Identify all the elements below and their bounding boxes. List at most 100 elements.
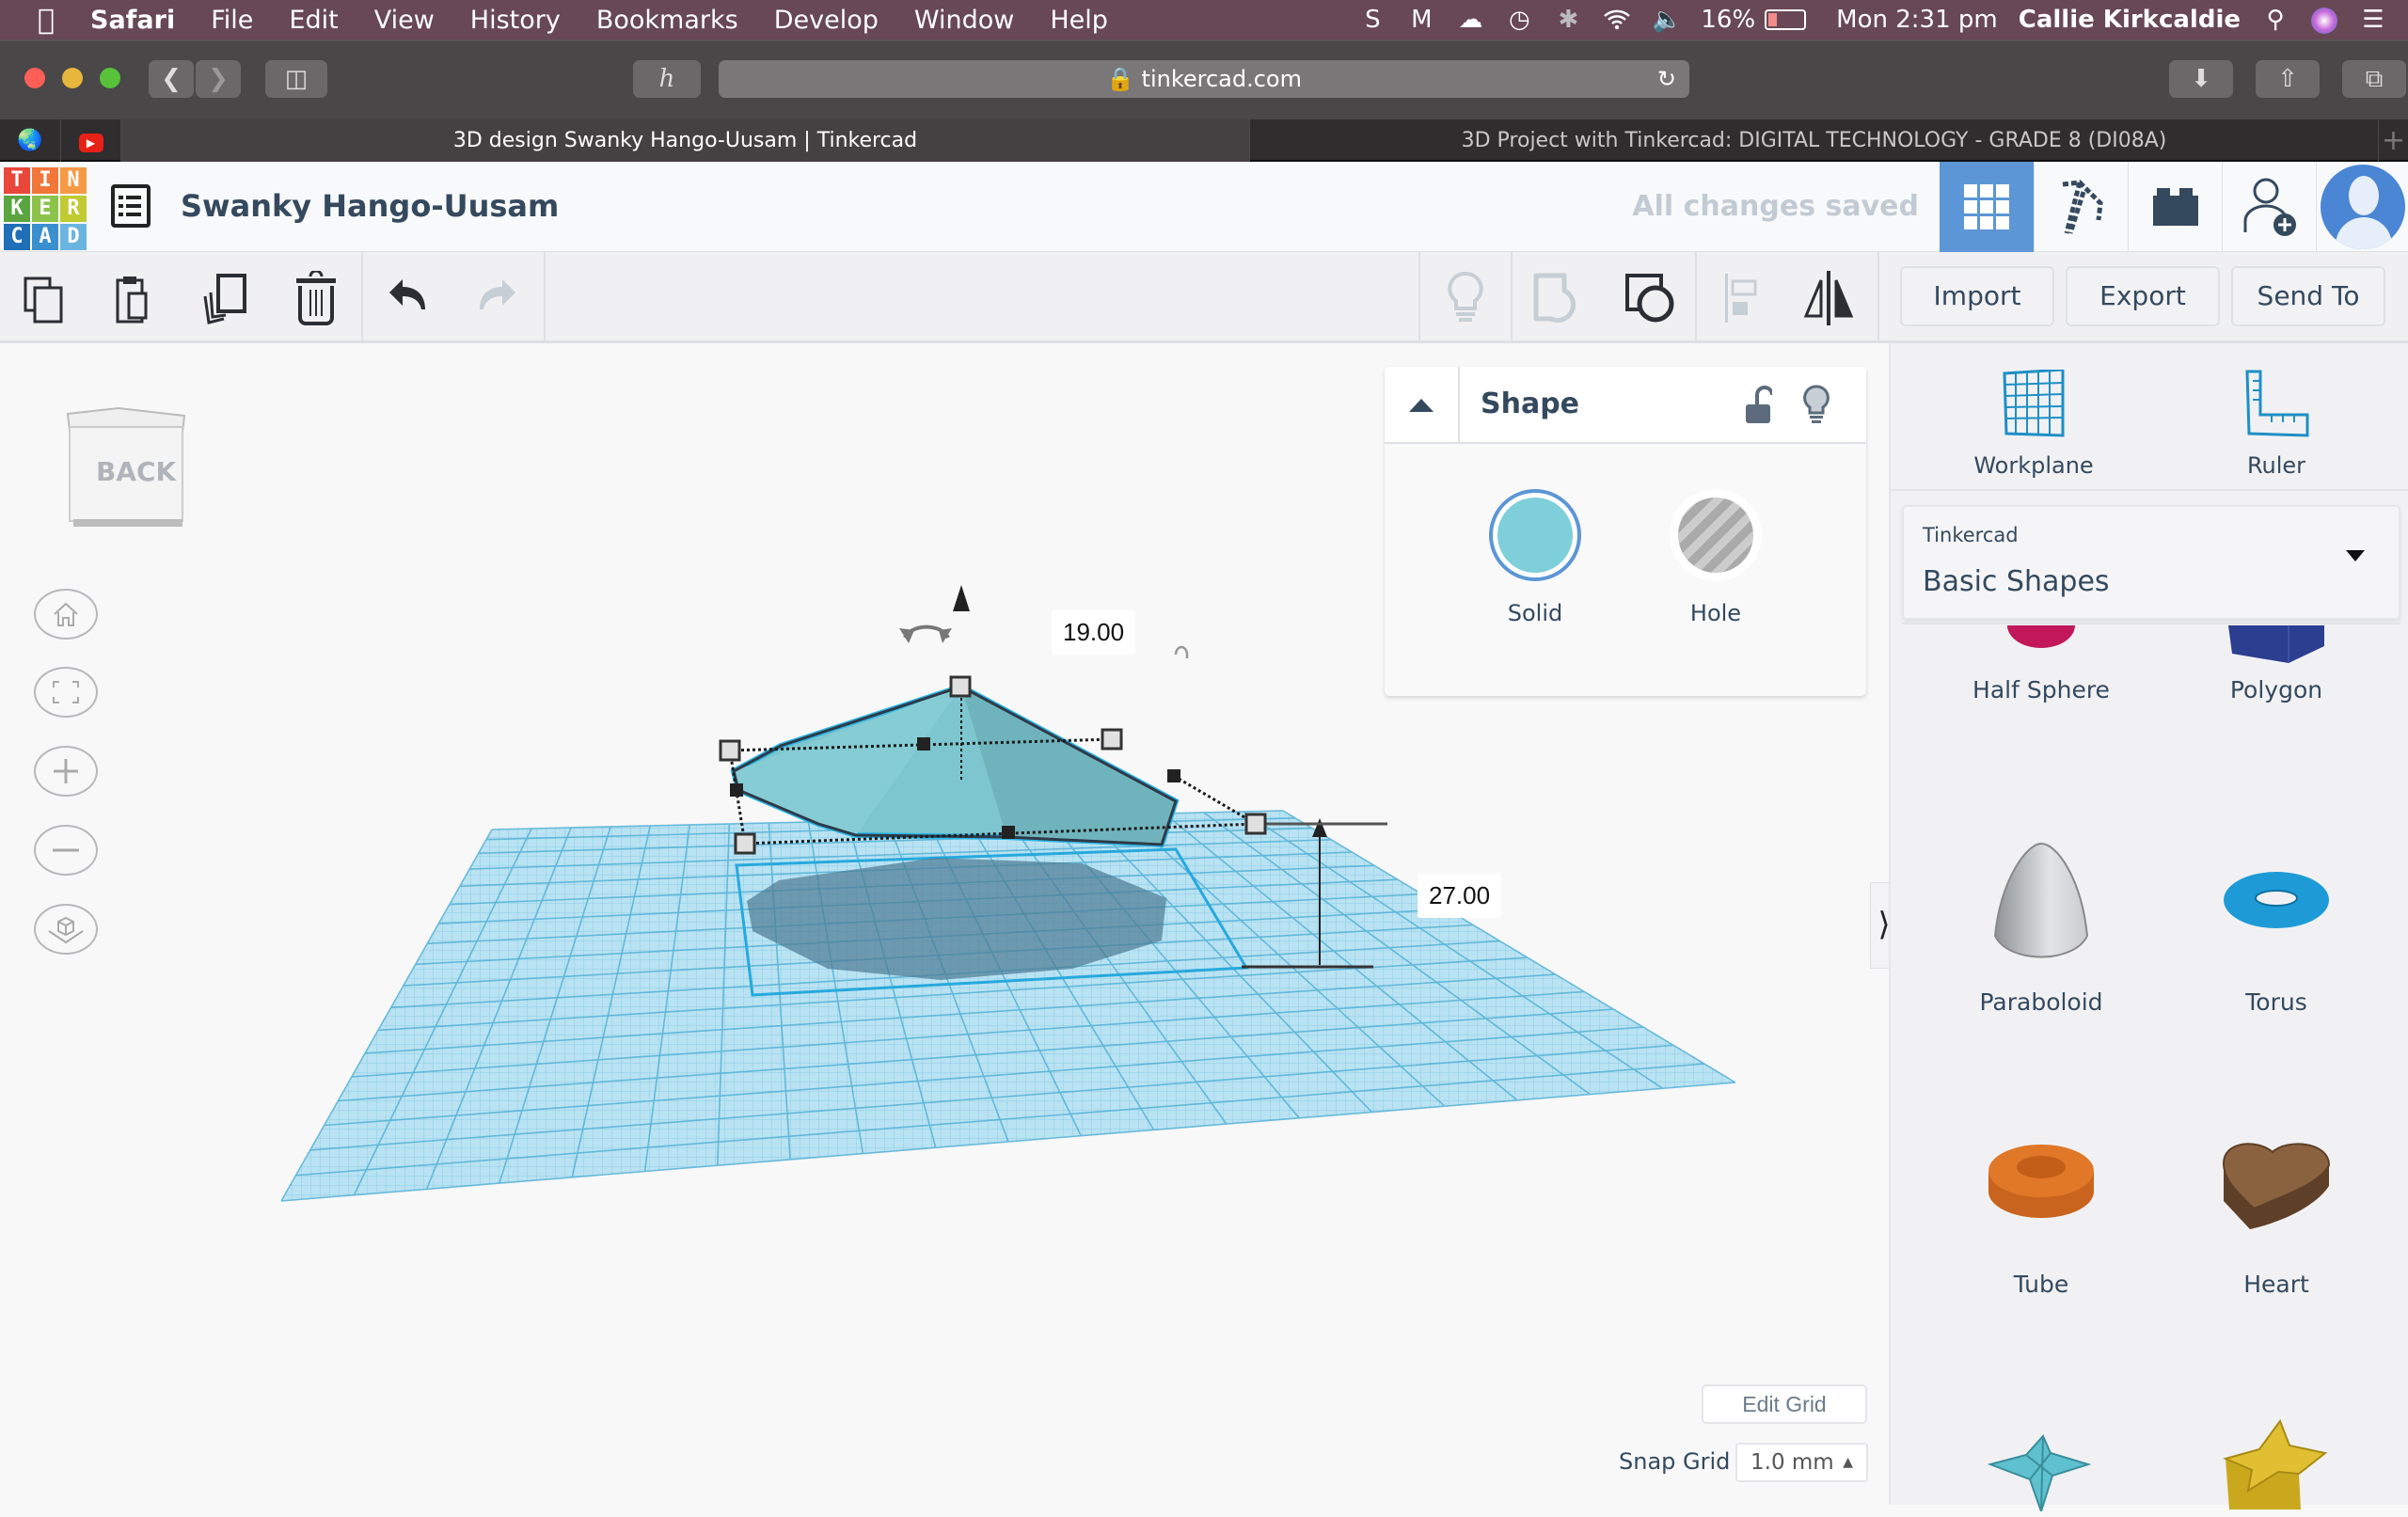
pinned-tab-youtube[interactable]: ▶ <box>60 119 120 162</box>
siri-icon[interactable] <box>2310 8 2338 34</box>
share-button[interactable]: ⇧ <box>2256 60 2320 98</box>
shape-heart[interactable]: Heart <box>2173 1133 2380 1298</box>
zoom-in-button[interactable] <box>34 746 98 797</box>
3d-design-view-button[interactable] <box>1940 162 2034 252</box>
reload-icon[interactable]: ↻ <box>1657 60 1676 98</box>
user-avatar[interactable] <box>2316 162 2408 252</box>
design-list-icon[interactable] <box>111 184 150 228</box>
time-machine-icon[interactable]: ◷ <box>1505 8 1533 32</box>
battery-icon[interactable] <box>1765 9 1807 30</box>
back-button[interactable]: ❮ <box>149 60 194 98</box>
menu-window[interactable]: Window <box>914 6 1014 35</box>
tab-tinkercad-design[interactable]: 3D design Swanky Hango-Uusam | Tinkercad <box>120 119 1249 162</box>
menu-safari[interactable]: Safari <box>90 6 175 35</box>
edit-grid-button[interactable]: Edit Grid <box>1702 1384 1867 1424</box>
light-bulb-icon[interactable] <box>1802 384 1830 431</box>
address-bar[interactable]: 🔒 tinkercad.com ↻ <box>719 60 1689 98</box>
app-s-icon[interactable]: S <box>1358 8 1386 32</box>
downloads-button[interactable]: ⬇ <box>2169 60 2233 98</box>
menu-develop[interactable]: Develop <box>774 6 879 35</box>
view-cube[interactable]: BACK <box>64 404 186 536</box>
undo-icon[interactable] <box>380 273 436 324</box>
hole-label: Hole <box>1689 600 1742 626</box>
menu-file[interactable]: File <box>211 6 253 35</box>
forward-button[interactable]: ❯ <box>196 60 241 98</box>
wifi-icon[interactable] <box>1603 8 1631 32</box>
shape-paraboloid[interactable]: Paraboloid <box>1938 842 2145 1016</box>
ortho-perspective-button[interactable] <box>34 904 98 955</box>
menu-help[interactable]: Help <box>1050 6 1108 35</box>
minimize-window-button[interactable] <box>62 68 83 88</box>
import-button[interactable]: Import <box>1900 266 2054 326</box>
hole-swatch[interactable] <box>1670 489 1762 581</box>
tab-grade8-project[interactable]: 3D Project with Tinkercad: DIGITAL TECHN… <box>1249 119 2378 162</box>
tinkercad-logo[interactable]: T I N K E R C A D <box>4 167 87 250</box>
note-icon[interactable] <box>1437 272 1494 324</box>
bluetooth-icon[interactable]: ✱ <box>1554 8 1582 32</box>
ungroup-icon[interactable] <box>1622 273 1678 324</box>
3d-workspace[interactable]: 19.00 27.00 BACK Shape Solid Hole Edit G… <box>0 343 1889 1505</box>
snap-grid-label: Snap Grid <box>1619 1448 1731 1475</box>
pinned-tab-globe[interactable]: 🌏 <box>0 119 60 162</box>
shape-half-sphere[interactable]: Half Sphere <box>1938 625 2145 703</box>
mirror-icon[interactable] <box>1800 271 1857 325</box>
design-title[interactable]: Swanky Hango-Uusam <box>181 188 559 224</box>
spotlight-search-icon[interactable]: ⚲ <box>2261 8 2289 32</box>
duplicate-icon[interactable] <box>198 273 254 324</box>
shape-tube[interactable]: Tube <box>1938 1133 2145 1298</box>
shape-torus[interactable]: Torus <box>2173 842 2380 1016</box>
workplane-tool[interactable]: Workplane <box>1949 368 2118 479</box>
apple-menu-icon[interactable]:  <box>38 4 55 37</box>
toolbar-divider <box>1511 252 1513 343</box>
height-dimension-label[interactable]: 19.00 <box>1052 610 1136 655</box>
shape-star-pyramid[interactable] <box>1938 1427 2145 1517</box>
extension-button[interactable]: h <box>633 60 701 98</box>
close-window-button[interactable] <box>24 68 45 88</box>
align-icon[interactable] <box>1714 273 1770 324</box>
lego-bricks-view-button[interactable] <box>2128 162 2222 252</box>
shape-polygon[interactable]: Polygon <box>2173 625 2380 703</box>
invite-user-button[interactable] <box>2222 162 2316 252</box>
view-cube-label: BACK <box>96 456 177 487</box>
hole-option[interactable]: Hole <box>1659 489 1772 626</box>
paste-icon[interactable] <box>105 273 162 324</box>
export-button[interactable]: Export <box>2066 266 2220 326</box>
ruler-tool[interactable]: Ruler <box>2192 370 2361 479</box>
tabs-overview-button[interactable]: ⧉ <box>2342 60 2406 98</box>
elevation-dimension-label[interactable]: 27.00 <box>1418 874 1502 918</box>
malwarebytes-icon[interactable]: M <box>1407 8 1435 32</box>
home-view-button[interactable] <box>34 589 98 640</box>
logo-letter: K <box>4 196 30 222</box>
brick-icon <box>2152 188 2198 226</box>
lift-arrow-icon <box>953 585 970 611</box>
copy-icon[interactable] <box>17 273 73 324</box>
menu-history[interactable]: History <box>470 6 561 35</box>
shape-library-dropdown[interactable]: Tinkercad Basic Shapes <box>1902 505 2400 620</box>
collapse-panel-button[interactable] <box>1385 367 1460 444</box>
volume-icon[interactable]: 🔈 <box>1652 8 1682 32</box>
home-icon <box>54 602 78 626</box>
minecraft-view-button[interactable] <box>2034 162 2128 252</box>
snap-grid-select[interactable]: 1.0 mm ▲ <box>1735 1443 1868 1482</box>
solid-option[interactable]: Solid <box>1479 489 1592 626</box>
delete-icon[interactable] <box>288 271 344 325</box>
shape-inspector-panel: Shape Solid Hole <box>1385 367 1866 696</box>
fit-view-button[interactable] <box>34 667 98 718</box>
solid-color-swatch[interactable] <box>1489 489 1581 581</box>
sidebar-toggle-button[interactable]: ◫ <box>265 60 327 98</box>
menu-bookmarks[interactable]: Bookmarks <box>596 6 738 35</box>
shape-star[interactable] <box>2173 1415 2380 1515</box>
group-icon[interactable] <box>1529 273 1586 324</box>
new-tab-button[interactable]: + <box>2378 119 2408 162</box>
notification-center-icon[interactable]: ☰ <box>2359 8 2387 32</box>
cloud-icon[interactable]: ☁ <box>1456 8 1484 32</box>
zoom-out-button[interactable] <box>34 825 98 876</box>
menu-edit[interactable]: Edit <box>289 6 338 35</box>
zoom-window-button[interactable] <box>100 68 120 88</box>
lock-icon[interactable] <box>1744 386 1774 429</box>
redo-icon[interactable] <box>468 273 525 324</box>
menu-view[interactable]: View <box>374 6 435 35</box>
send-to-button[interactable]: Send To <box>2231 266 2385 326</box>
clock[interactable]: Mon 2:31 pm <box>1836 6 1998 34</box>
user-name[interactable]: Callie Kirkcaldie <box>2019 6 2241 34</box>
